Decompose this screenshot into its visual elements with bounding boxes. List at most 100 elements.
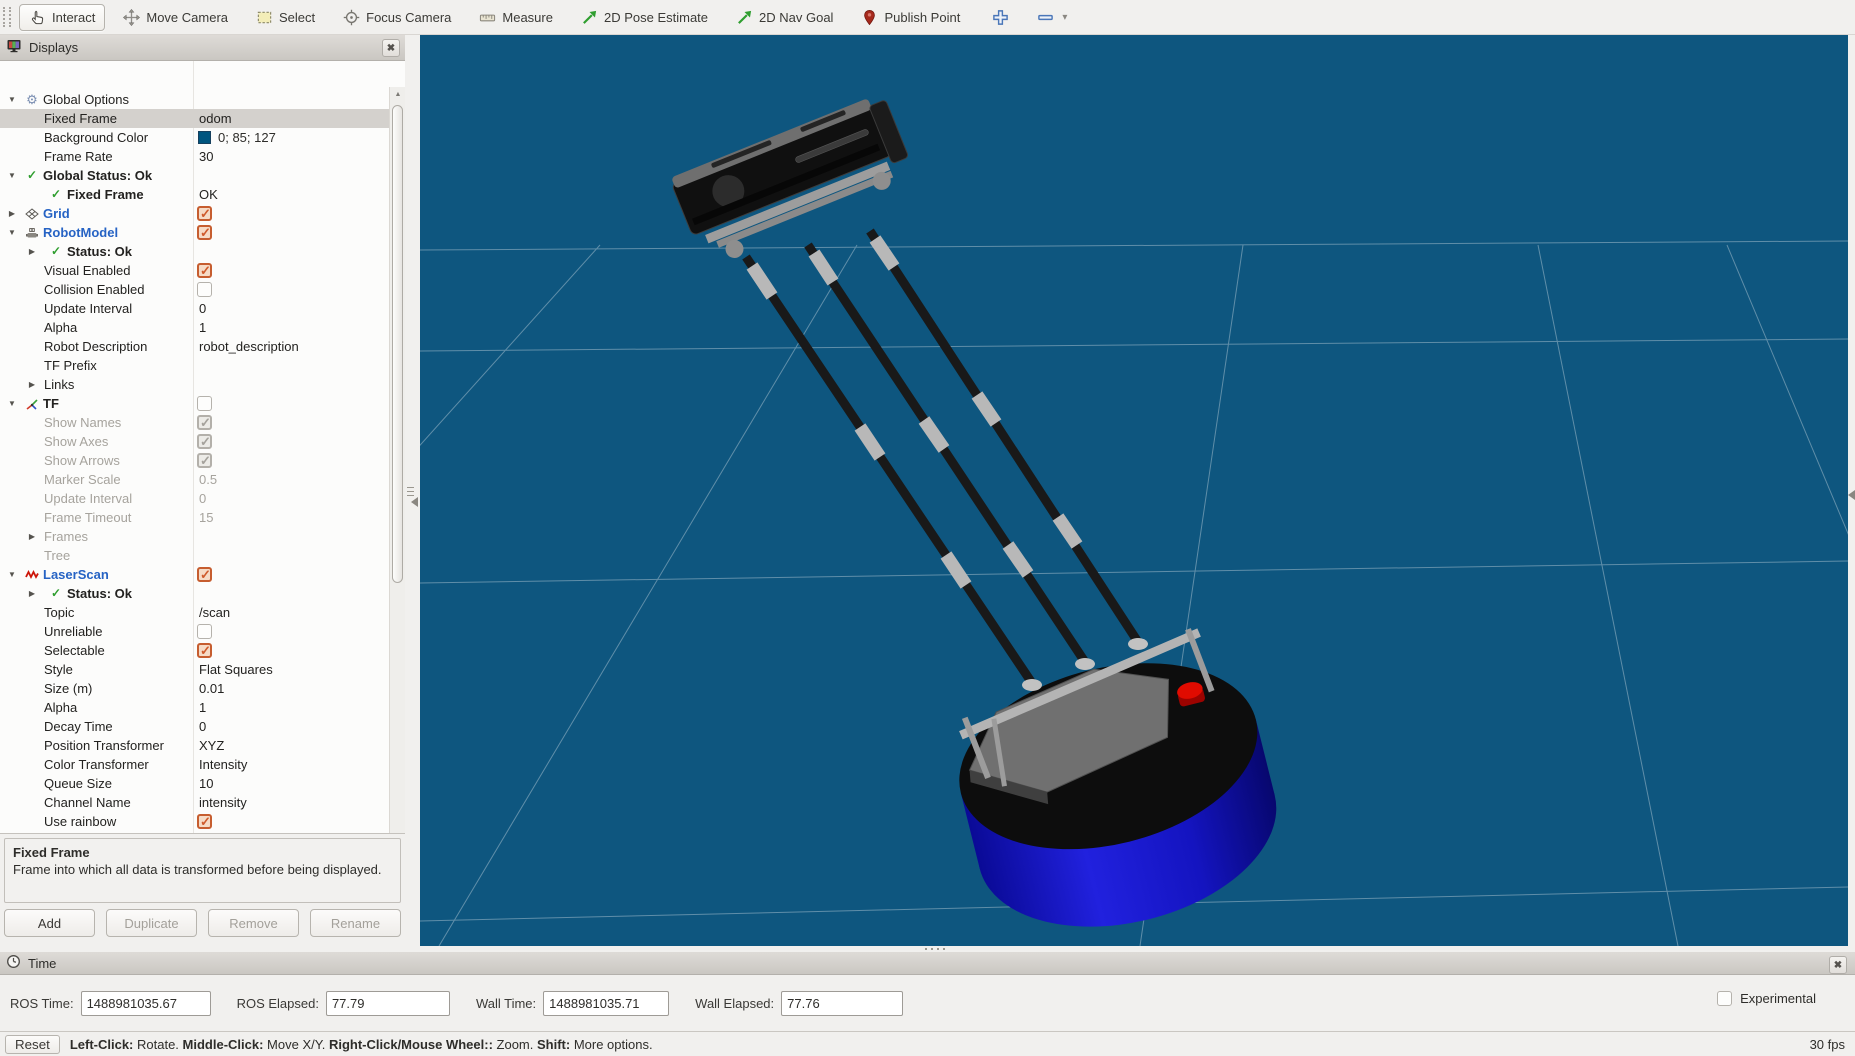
expand-arrow-icon[interactable]: ▶ — [26, 375, 38, 394]
tree-row[interactable]: Position Transformer XYZ — [0, 736, 389, 755]
property-value[interactable]: 1 — [199, 318, 206, 337]
tree-row[interactable]: Show Arrows — [0, 451, 389, 470]
remove-button[interactable]: Remove — [208, 909, 299, 937]
property-checkbox[interactable] — [197, 261, 212, 280]
tree-row[interactable]: Fixed Frame odom — [0, 109, 389, 128]
expand-arrow-icon[interactable]: ▼ — [6, 90, 18, 109]
property-checkbox[interactable] — [197, 223, 212, 242]
tree-row[interactable]: Marker Scale 0.5 — [0, 470, 389, 489]
wall-elapsed-field[interactable] — [781, 990, 904, 1016]
right-splitter[interactable] — [1848, 35, 1855, 946]
tree-row[interactable]: Decay Time 0 — [0, 717, 389, 736]
tree-row[interactable]: Topic/scan — [0, 603, 389, 622]
property-value[interactable]: robot_description — [199, 337, 299, 356]
tree-row[interactable]: ✓ Fixed Frame OK — [0, 185, 389, 204]
tree-row[interactable]: Invert Rainbow — [0, 831, 389, 834]
tree-row[interactable]: Alpha 1 — [0, 698, 389, 717]
expand-arrow-icon[interactable]: ▶ — [26, 242, 38, 261]
reset-button[interactable]: Reset — [5, 1034, 60, 1054]
interact-tool-button[interactable]: Interact — [19, 3, 106, 31]
tree-row[interactable]: Frame Rate 30 — [0, 147, 389, 166]
checkbox-icon[interactable] — [1717, 991, 1733, 1006]
property-value[interactable]: 15 — [199, 508, 213, 527]
expand-arrow-icon[interactable]: ▼ — [6, 565, 18, 584]
tree-row[interactable]: ▼ ✓ Global Status: Ok — [0, 166, 389, 185]
move-camera-tool-button[interactable]: Move Camera — [113, 4, 238, 31]
scroll-up-icon[interactable]: ▲ — [391, 88, 405, 102]
tree-row[interactable]: ▶ ✓ Status: Ok — [0, 242, 389, 261]
tree-row[interactable]: Show Axes — [0, 432, 389, 451]
expand-arrow-icon[interactable]: ▶ — [26, 527, 38, 546]
tree-row[interactable]: Update Interval 0 — [0, 299, 389, 318]
remove-tool-button[interactable]: ▾ — [1031, 4, 1073, 31]
collapse-left-icon[interactable] — [411, 497, 418, 507]
toolbar-grip-handle[interactable] — [3, 7, 11, 27]
property-value[interactable]: 0 — [199, 299, 206, 318]
expand-arrow-icon[interactable]: ▼ — [6, 394, 18, 413]
property-value[interactable]: 30 — [199, 147, 213, 166]
add-button[interactable]: Add — [4, 909, 95, 937]
tree-row[interactable]: ▼ ⚙ Global Options — [0, 90, 389, 109]
property-checkbox[interactable] — [197, 451, 212, 470]
expand-arrow-icon[interactable]: ▼ — [6, 223, 18, 242]
pose-estimate-tool-button[interactable]: 2D Pose Estimate — [571, 4, 718, 31]
splitter-grip[interactable] — [407, 487, 414, 496]
property-checkbox[interactable] — [197, 282, 212, 297]
focus-camera-tool-button[interactable]: Focus Camera — [333, 4, 461, 31]
tree-row[interactable]: Background Color 0; 85; 127 — [0, 128, 389, 147]
property-checkbox[interactable] — [197, 833, 212, 834]
displays-panel-header[interactable]: Displays ✖ — [0, 35, 405, 61]
tree-row[interactable]: Queue Size 10 — [0, 774, 389, 793]
color-swatch[interactable] — [198, 131, 211, 144]
tree-row[interactable]: ▼ RobotModel — [0, 223, 389, 242]
property-value[interactable]: 10 — [199, 774, 213, 793]
property-checkbox[interactable] — [197, 565, 212, 584]
property-value[interactable]: intensity — [199, 793, 247, 812]
close-icon[interactable]: ✖ — [1829, 956, 1847, 974]
tree-row[interactable]: Frame Timeout 15 — [0, 508, 389, 527]
property-value[interactable]: 0.5 — [199, 470, 217, 489]
property-value[interactable]: Flat Squares — [199, 660, 273, 679]
property-value[interactable]: /scan — [199, 603, 230, 622]
tree-row[interactable]: ▶ ✓ Status: Ok — [0, 584, 389, 603]
property-value[interactable]: 0.01 — [199, 679, 224, 698]
property-value[interactable]: OK — [199, 185, 218, 204]
property-checkbox[interactable] — [197, 432, 212, 451]
panel-splitter[interactable] — [405, 35, 420, 946]
duplicate-button[interactable]: Duplicate — [106, 909, 197, 937]
property-value[interactable]: odom — [199, 109, 232, 128]
collapse-left-icon[interactable] — [1848, 490, 1855, 500]
tree-row[interactable]: Size (m) 0.01 — [0, 679, 389, 698]
tree-row[interactable]: Style Flat Squares — [0, 660, 389, 679]
tree-row[interactable]: Selectable — [0, 641, 389, 660]
ros-time-field[interactable] — [80, 990, 211, 1016]
tree-row[interactable]: Unreliable — [0, 622, 389, 641]
property-value[interactable]: Intensity — [199, 755, 247, 774]
tree-row[interactable]: ▶ Grid — [0, 204, 389, 223]
property-value[interactable]: 0 — [199, 717, 206, 736]
measure-tool-button[interactable]: Measure — [469, 4, 563, 31]
property-checkbox[interactable] — [197, 396, 212, 411]
tree-row[interactable]: Use rainbow — [0, 812, 389, 831]
tree-row[interactable]: Color Transformer Intensity — [0, 755, 389, 774]
property-value[interactable]: XYZ — [199, 736, 224, 755]
tree-row[interactable]: Collision Enabled — [0, 280, 389, 299]
experimental-checkbox[interactable]: Experimental — [1717, 991, 1816, 1006]
chevron-down-icon[interactable]: ▾ — [1062, 12, 1067, 23]
tree-row[interactable]: ▶ Links — [0, 375, 389, 394]
tree-row[interactable]: Update Interval 0 — [0, 489, 389, 508]
property-checkbox[interactable] — [197, 413, 212, 432]
tree-row[interactable]: TF Prefix — [0, 356, 389, 375]
time-panel-header[interactable]: Time ✖ — [0, 952, 1855, 975]
close-icon[interactable]: ✖ — [382, 39, 400, 57]
tree-row[interactable]: ▼ LaserScan — [0, 565, 389, 584]
tree-row[interactable]: ▶ Frames — [0, 527, 389, 546]
ros-elapsed-field[interactable] — [325, 990, 450, 1016]
property-checkbox[interactable] — [197, 624, 212, 639]
tree-row[interactable]: Tree — [0, 546, 389, 565]
property-value[interactable]: 1 — [199, 698, 206, 717]
select-tool-button[interactable]: Select — [246, 4, 325, 31]
property-checkbox[interactable] — [197, 204, 212, 223]
rename-button[interactable]: Rename — [310, 909, 401, 937]
scrollbar-thumb[interactable] — [392, 105, 403, 583]
